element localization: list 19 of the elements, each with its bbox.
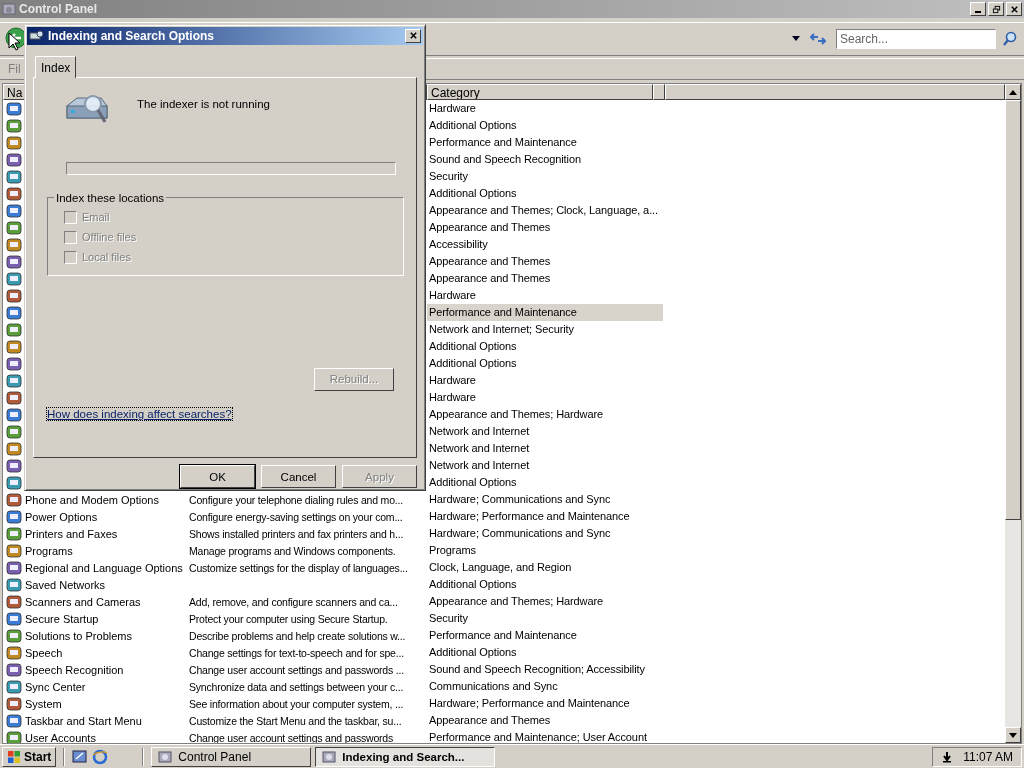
item-description: Manage programs and Windows components. (189, 544, 396, 557)
item-description: Shows installed printers and fax printers and h... (189, 527, 404, 540)
item-description: Change settings for text-to-speech and for spe... (189, 646, 404, 659)
item-description: Protect your computer using Secure Startup. (189, 612, 388, 625)
window-title: Control Panel (19, 2, 98, 16)
item-description: Configure energy-saving settings on your com... (189, 510, 403, 523)
group-title: Index these locations (55, 191, 166, 204)
status-text: The indexer is not running (137, 97, 270, 110)
item-description: Describe problems and help create solutions w... (189, 629, 406, 642)
item-description: Synchronize data and settings between your c... (189, 680, 404, 693)
item-description: Change user account settings and passwords (189, 731, 394, 743)
item-description: Customize settings for the display of languages... (189, 561, 408, 574)
item-description: Change user account settings and passwords ... (189, 663, 404, 676)
item-description: Add, remove, and configure scanners and ca... (189, 595, 398, 608)
item-description: Customize the Start Menu and the taskbar, su... (189, 714, 402, 727)
dialog-title: Indexing and Search Options (48, 28, 216, 43)
clock: 11:07 AM (963, 749, 1013, 764)
item-description: Configure your telephone dialing rules and mo... (189, 493, 403, 506)
item-description: See information about your computer system, ... (189, 697, 404, 710)
